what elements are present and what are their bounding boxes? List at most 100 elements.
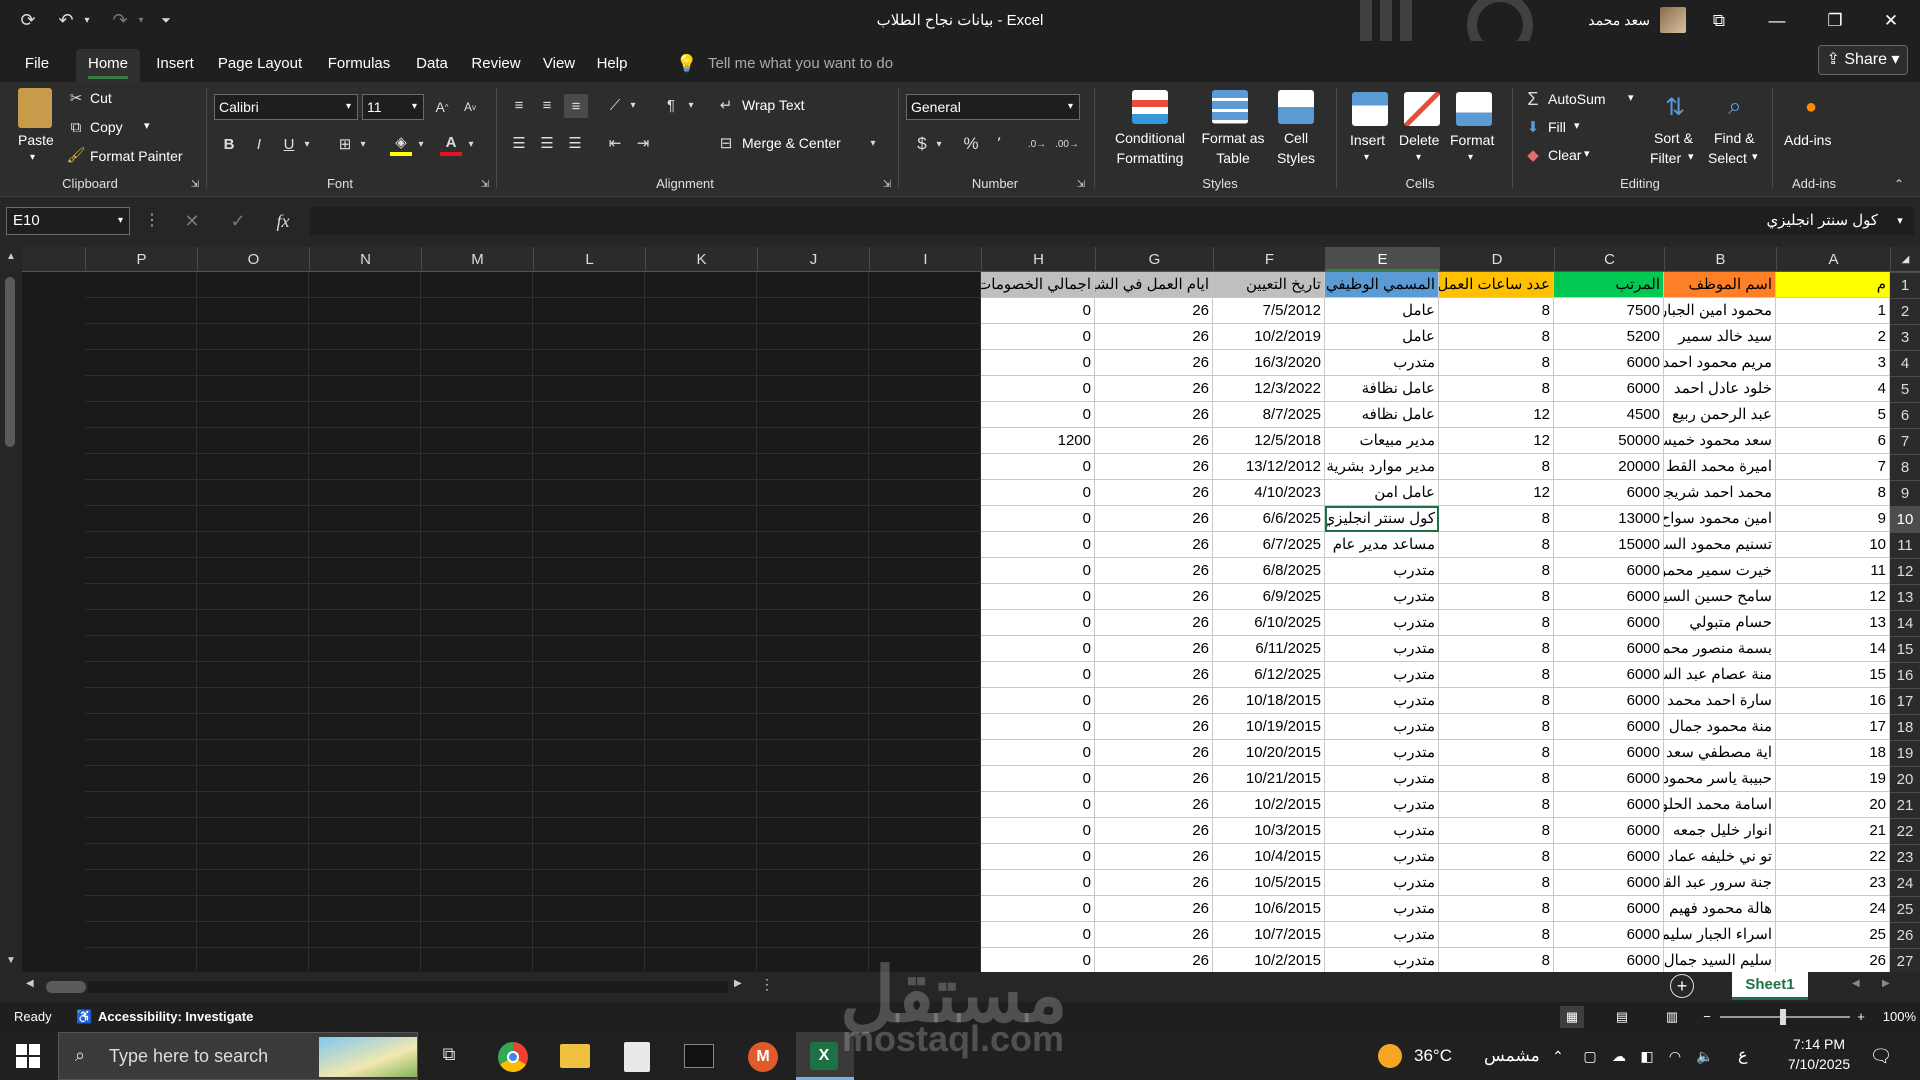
table-cell[interactable]: 0 bbox=[981, 610, 1095, 636]
copy-icon[interactable]: ⧉ bbox=[66, 116, 86, 138]
table-cell[interactable]: مدير موارد بشرية bbox=[1325, 454, 1439, 480]
table-cell[interactable]: 26 bbox=[1095, 766, 1213, 792]
column-header-c[interactable]: C bbox=[1554, 247, 1664, 272]
row-header[interactable]: 14 bbox=[1890, 610, 1920, 636]
decrease-indent-icon[interactable]: ⇤ bbox=[604, 132, 626, 154]
table-cell[interactable]: 12 bbox=[1439, 480, 1554, 506]
table-cell[interactable]: 6000 bbox=[1554, 792, 1664, 818]
currency-dropdown-icon[interactable]: ▾ bbox=[934, 132, 944, 156]
zoom-level[interactable]: 100% bbox=[1872, 1002, 1916, 1032]
redo-dropdown-icon[interactable]: ▾ bbox=[136, 0, 146, 41]
sheetbar-more-icon[interactable]: ⋮ bbox=[760, 976, 774, 996]
vertical-scroll-thumb[interactable] bbox=[5, 277, 15, 447]
table-cell[interactable]: انوار خليل جمعه bbox=[1664, 818, 1776, 844]
table-cell[interactable]: 12/5/2018 bbox=[1213, 428, 1325, 454]
empty-cell[interactable] bbox=[645, 402, 757, 428]
empty-cell[interactable] bbox=[645, 922, 757, 948]
table-cell[interactable]: 6000 bbox=[1554, 688, 1664, 714]
table-cell[interactable]: 8 bbox=[1439, 662, 1554, 688]
sort-filter-label-2[interactable]: Filter bbox=[1650, 150, 1681, 166]
weather-icon[interactable] bbox=[1378, 1044, 1402, 1068]
zoom-in-icon[interactable]: + bbox=[1854, 1006, 1868, 1028]
empty-cell[interactable] bbox=[197, 948, 309, 972]
table-cell[interactable]: امين محمود سواح bbox=[1664, 506, 1776, 532]
empty-cell[interactable] bbox=[533, 870, 645, 896]
table-cell[interactable]: 10/5/2015 bbox=[1213, 870, 1325, 896]
table-cell[interactable]: متدرب bbox=[1325, 792, 1439, 818]
empty-cell[interactable] bbox=[869, 688, 981, 714]
windows-start-icon[interactable] bbox=[14, 1042, 42, 1070]
empty-cell[interactable] bbox=[85, 948, 197, 972]
empty-cell[interactable] bbox=[533, 636, 645, 662]
table-cell[interactable]: 6000 bbox=[1554, 844, 1664, 870]
empty-cell[interactable] bbox=[421, 532, 533, 558]
empty-cell[interactable] bbox=[421, 506, 533, 532]
table-cell[interactable]: 7 bbox=[1776, 454, 1890, 480]
clipboard-launcher-icon[interactable]: ⇲ bbox=[188, 176, 202, 192]
table-cell[interactable]: 8 bbox=[1439, 740, 1554, 766]
horizontal-scroll-thumb[interactable] bbox=[46, 981, 86, 993]
header-cell-h[interactable]: اجمالي الخصومات bbox=[981, 272, 1095, 298]
empty-cell[interactable] bbox=[757, 324, 869, 350]
table-cell[interactable]: 6000 bbox=[1554, 636, 1664, 662]
clear-dropdown-icon[interactable]: ▾ bbox=[1584, 147, 1590, 160]
table-cell[interactable]: 8 bbox=[1439, 818, 1554, 844]
empty-cell[interactable] bbox=[869, 324, 981, 350]
empty-cell[interactable] bbox=[757, 636, 869, 662]
table-cell[interactable]: سامح حسين السيد bbox=[1664, 584, 1776, 610]
find-select-icon[interactable]: ⌕ bbox=[1716, 90, 1754, 124]
empty-cell[interactable] bbox=[421, 272, 533, 298]
copy-button[interactable]: Copy bbox=[90, 119, 123, 135]
empty-cell[interactable] bbox=[85, 818, 197, 844]
empty-cell[interactable] bbox=[869, 584, 981, 610]
table-cell[interactable]: 25 bbox=[1776, 922, 1890, 948]
header-cell-a[interactable]: م bbox=[1776, 272, 1890, 298]
cut-button[interactable]: Cut bbox=[90, 90, 112, 106]
empty-cell[interactable] bbox=[309, 428, 421, 454]
table-cell[interactable]: اية مصطفي سعد bbox=[1664, 740, 1776, 766]
empty-cell[interactable] bbox=[197, 922, 309, 948]
wrap-text-icon[interactable]: ↵ bbox=[716, 94, 736, 116]
clock-date[interactable]: 7/10/2025 bbox=[1764, 1056, 1874, 1076]
page-layout-view-icon[interactable]: ▤ bbox=[1610, 1006, 1634, 1028]
column-header-i[interactable]: I bbox=[869, 247, 981, 272]
table-cell[interactable]: اسامة محمد الحلو bbox=[1664, 792, 1776, 818]
table-cell[interactable]: 0 bbox=[981, 818, 1095, 844]
table-cell[interactable]: 8 bbox=[1439, 350, 1554, 376]
table-cell[interactable]: 26 bbox=[1095, 714, 1213, 740]
table-cell[interactable]: 26 bbox=[1095, 324, 1213, 350]
table-cell[interactable]: 8 bbox=[1439, 922, 1554, 948]
table-cell[interactable]: 6000 bbox=[1554, 896, 1664, 922]
table-cell[interactable]: 8 bbox=[1439, 688, 1554, 714]
tab-home[interactable]: Home bbox=[76, 49, 140, 82]
ribbon-display-icon[interactable]: ⧉ bbox=[1690, 0, 1748, 41]
empty-cell[interactable] bbox=[85, 636, 197, 662]
empty-cell[interactable] bbox=[869, 870, 981, 896]
empty-cell[interactable] bbox=[645, 636, 757, 662]
column-header-l[interactable]: L bbox=[533, 247, 645, 272]
find-select-label[interactable]: Find & bbox=[1714, 130, 1754, 146]
empty-cell[interactable] bbox=[645, 896, 757, 922]
table-cell[interactable]: 0 bbox=[981, 896, 1095, 922]
table-cell[interactable]: 0 bbox=[981, 350, 1095, 376]
tab-view[interactable]: View bbox=[538, 49, 580, 79]
empty-cell[interactable] bbox=[309, 818, 421, 844]
borders-dropdown-icon[interactable]: ▾ bbox=[358, 132, 368, 156]
table-cell[interactable]: 50000 bbox=[1554, 428, 1664, 454]
empty-cell[interactable] bbox=[533, 298, 645, 324]
empty-cell[interactable] bbox=[645, 428, 757, 454]
empty-cell[interactable] bbox=[533, 480, 645, 506]
row-header[interactable]: 7 bbox=[1890, 428, 1920, 454]
empty-cell[interactable] bbox=[197, 636, 309, 662]
delete-cells-button[interactable]: Delete bbox=[1399, 132, 1439, 148]
empty-cell[interactable] bbox=[645, 766, 757, 792]
confirm-entry-icon[interactable]: ✓ bbox=[226, 209, 250, 233]
row-header[interactable]: 1 bbox=[1890, 272, 1920, 298]
table-cell[interactable]: 3 bbox=[1776, 350, 1890, 376]
empty-cell[interactable] bbox=[869, 402, 981, 428]
underline-button[interactable]: U bbox=[278, 132, 300, 156]
row-header[interactable]: 27 bbox=[1890, 948, 1920, 972]
active-cell[interactable]: كول سنتر انجليزي bbox=[1325, 506, 1439, 532]
table-cell[interactable]: 0 bbox=[981, 792, 1095, 818]
tab-review[interactable]: Review bbox=[466, 49, 526, 79]
